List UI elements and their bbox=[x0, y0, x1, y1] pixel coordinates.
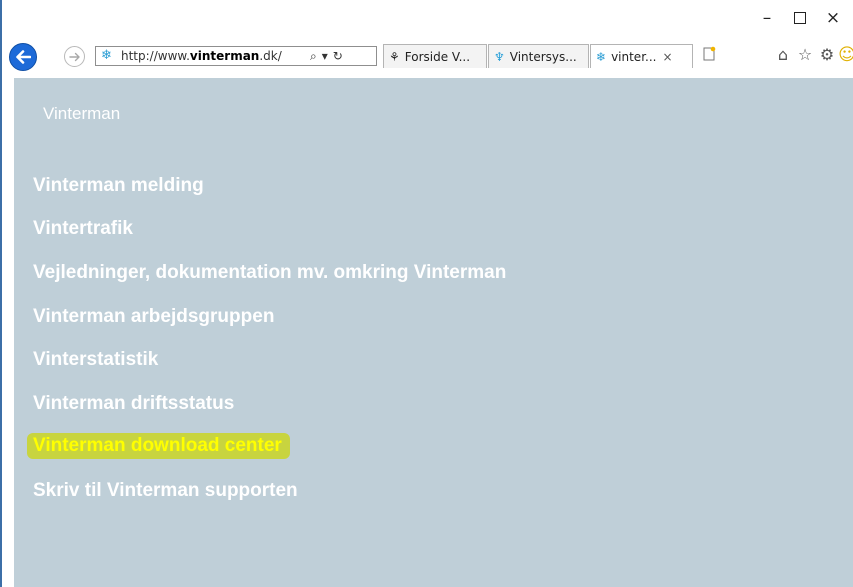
new-tab-button[interactable] bbox=[699, 46, 719, 66]
page-content: Vinterman Vinterman melding Vintertrafik… bbox=[14, 78, 853, 587]
address-bar[interactable]: ❄ http://www.vinterman.dk/ ⌕ ▾ ↻ bbox=[95, 46, 377, 66]
nav-link-support[interactable]: Skriv til Vinterman supporten bbox=[33, 480, 298, 502]
forward-button[interactable] bbox=[64, 46, 85, 67]
tab-favicon-icon: ⚘ bbox=[389, 49, 400, 64]
tab-vinterman-active[interactable]: ❄ vinter... × bbox=[590, 44, 693, 68]
settings-gear-icon[interactable]: ⚙ bbox=[816, 44, 838, 66]
home-icon[interactable]: ⌂ bbox=[772, 44, 794, 66]
tab-label: Forside V... bbox=[404, 49, 471, 64]
forward-arrow-icon bbox=[68, 52, 80, 61]
favorites-star-icon[interactable]: ☆ bbox=[794, 44, 816, 66]
tab-close-icon[interactable]: × bbox=[662, 50, 672, 64]
minimize-button[interactable]: – bbox=[752, 6, 782, 30]
nav-link-download-center[interactable]: Vinterman download center bbox=[27, 433, 290, 459]
nav-link-driftsstatus[interactable]: Vinterman driftsstatus bbox=[33, 393, 234, 415]
site-title: Vinterman bbox=[43, 104, 121, 123]
tab-forside[interactable]: ⚘ Forside V... bbox=[383, 44, 487, 68]
tab-favicon-icon: ♆ bbox=[494, 49, 505, 64]
nav-link-vejledninger[interactable]: Vejledninger, dokumentation mv. omkring … bbox=[33, 262, 506, 284]
feedback-smiley-icon[interactable]: ☺ bbox=[836, 44, 853, 66]
dropdown-icon[interactable]: ▾ bbox=[322, 49, 328, 63]
nav-link-arbejdsgruppen[interactable]: Vinterman arbejdsgruppen bbox=[33, 306, 274, 328]
tab-label: Vintersys... bbox=[509, 49, 577, 64]
back-button[interactable] bbox=[9, 43, 37, 71]
url-host: vinterman bbox=[189, 49, 260, 63]
tab-vintersys[interactable]: ♆ Vintersys... bbox=[488, 44, 589, 68]
refresh-icon[interactable]: ↻ bbox=[333, 49, 343, 63]
snowflake-icon: ❄ bbox=[101, 48, 112, 63]
close-icon: × bbox=[825, 8, 841, 28]
nav-link-melding[interactable]: Vinterman melding bbox=[33, 175, 204, 197]
nav-link-vintertrafik[interactable]: Vintertrafik bbox=[33, 218, 133, 240]
back-arrow-icon bbox=[16, 50, 31, 64]
window-left-edge bbox=[0, 0, 2, 587]
url-prefix: http://www. bbox=[121, 49, 190, 63]
maximize-button[interactable] bbox=[785, 6, 815, 30]
maximize-icon bbox=[794, 12, 806, 24]
close-button[interactable]: × bbox=[818, 6, 848, 30]
url-suffix: .dk/ bbox=[259, 49, 282, 63]
snowflake-icon: ❄ bbox=[596, 49, 607, 64]
new-tab-icon bbox=[703, 46, 716, 61]
address-bar-actions: ⌕ ▾ ↻ bbox=[310, 47, 343, 65]
minimize-icon: – bbox=[762, 8, 772, 28]
url-text[interactable]: http://www.vinterman.dk/ bbox=[121, 48, 282, 64]
tab-label: vinter... bbox=[611, 49, 657, 64]
search-icon[interactable]: ⌕ bbox=[310, 49, 317, 64]
nav-link-vinterstatistik[interactable]: Vinterstatistik bbox=[33, 349, 158, 371]
